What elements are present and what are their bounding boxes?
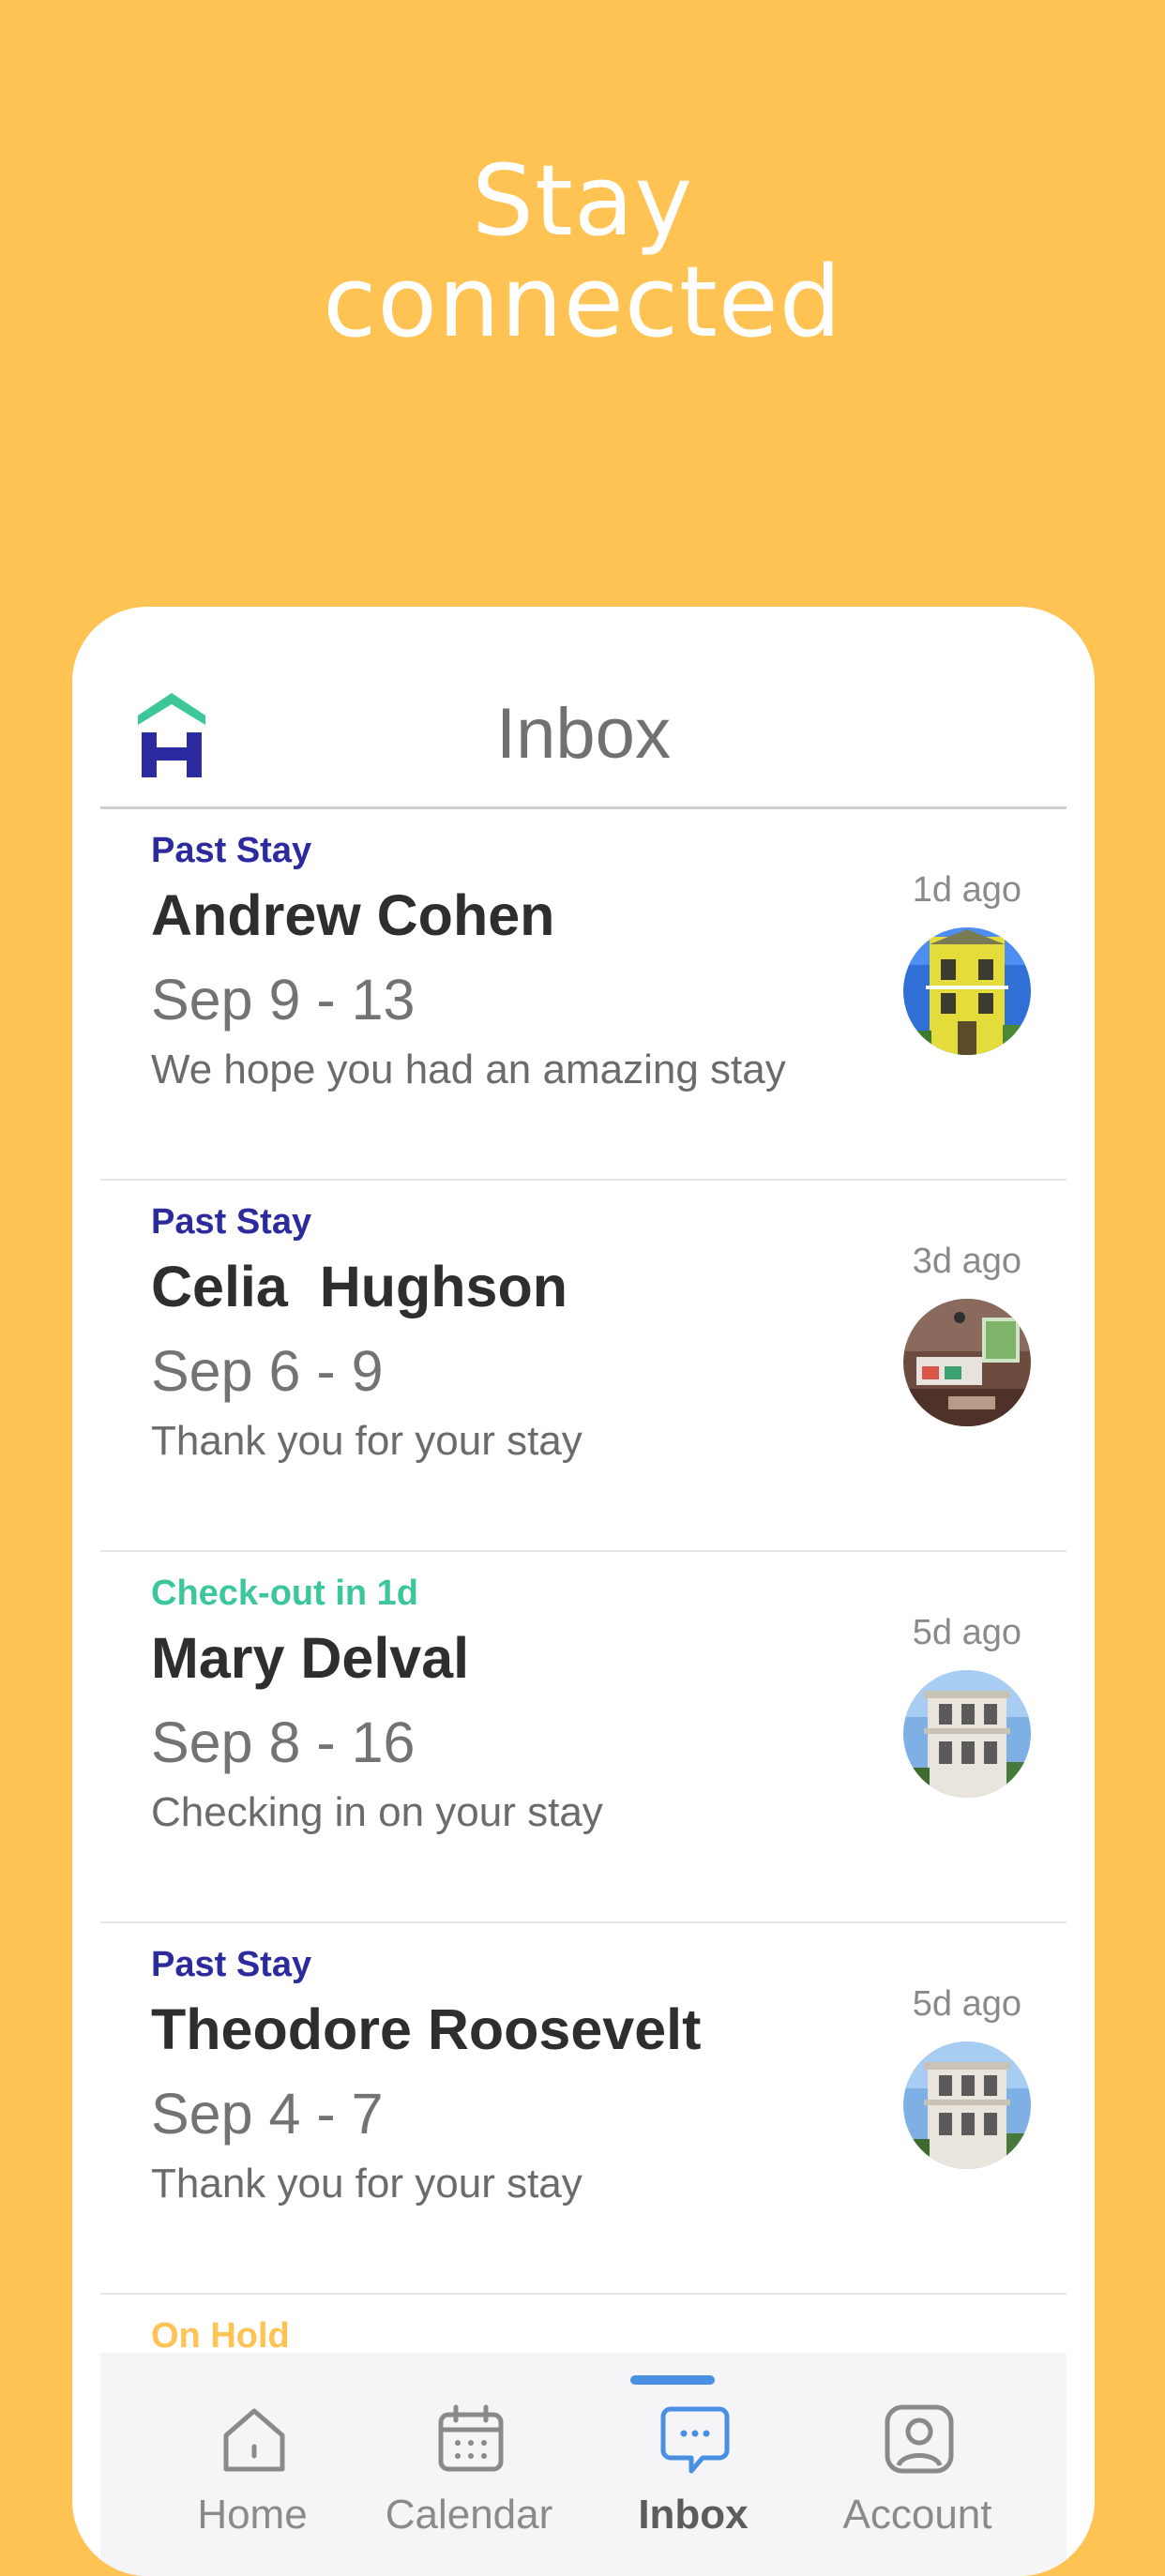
stay-dates: Sep 6 - 9 [151, 1339, 384, 1403]
inbox-header: Inbox [100, 607, 1067, 809]
stay-dates: Sep 4 - 7 [151, 2082, 384, 2146]
property-thumbnail [903, 1299, 1031, 1426]
message-preview: We hope you had an amazing stay [151, 1047, 786, 1092]
guest-name: Mary Delval [151, 1626, 470, 1690]
message-time: 5d ago [912, 1984, 1021, 2024]
stay-status-label: On Hold [151, 2316, 290, 2356]
guest-name: Theodore Roosevelt [151, 1997, 702, 2061]
stay-status-label: Past Stay [151, 831, 312, 870]
message-row-mary-delval[interactable]: Check-out in 1d Mary Delval Sep 8 - 16 C… [100, 1552, 1067, 1923]
guest-name: Andrew Cohen [151, 883, 555, 947]
message-row-celia-hughson[interactable]: Past Stay Celia Hughson Sep 6 - 9 Thank … [100, 1181, 1067, 1552]
stay-status-label: Past Stay [151, 1202, 312, 1242]
tab-calendar-label: Calendar [385, 2492, 553, 2538]
home-icon [223, 2408, 285, 2472]
message-time: 1d ago [912, 870, 1021, 910]
bottom-tab-bar: Home Calendar Inbox Account [100, 2353, 1067, 2576]
tab-account-label: Account [842, 2492, 992, 2538]
living-room-photo [903, 1299, 1031, 1426]
headline-line-1: Stay [471, 143, 694, 258]
tab-home[interactable]: Home [149, 2353, 356, 2576]
property-thumbnail [903, 1670, 1031, 1798]
tab-home-label: Home [197, 2492, 308, 2538]
guest-name: Celia Hughson [151, 1255, 567, 1318]
message-preview: Checking in on your stay [151, 1789, 603, 1835]
active-tab-indicator [630, 2375, 715, 2385]
message-preview: Thank you for your stay [151, 2161, 582, 2207]
account-icon [885, 2404, 954, 2474]
calendar-icon [438, 2404, 504, 2472]
chat-bubble-icon [660, 2406, 730, 2474]
message-time: 3d ago [912, 1242, 1021, 1281]
tab-inbox-label: Inbox [638, 2492, 749, 2538]
tab-calendar[interactable]: Calendar [366, 2353, 572, 2576]
message-row-theodore-roosevelt[interactable]: Past Stay Theodore Roosevelt Sep 4 - 7 T… [100, 1923, 1067, 2295]
inbox-title: Inbox [496, 694, 671, 774]
message-time: 5d ago [912, 1613, 1021, 1652]
white-mansion-photo [903, 2041, 1031, 2169]
stay-dates: Sep 8 - 16 [151, 1710, 416, 1774]
yellow-house-photo [903, 927, 1031, 1055]
tab-account[interactable]: Account [814, 2353, 1021, 2576]
message-row-andrew-cohen[interactable]: Past Stay Andrew Cohen Sep 9 - 13 We hop… [100, 809, 1067, 1181]
tab-inbox[interactable]: Inbox [590, 2353, 796, 2576]
stay-dates: Sep 9 - 13 [151, 968, 416, 1032]
headline-line-2: connected [323, 245, 842, 359]
property-thumbnail [903, 2041, 1031, 2169]
headline: Stay connected [0, 150, 1165, 353]
phone-screen-card: Inbox Past Stay Andrew Cohen Sep 9 - 13 … [72, 607, 1095, 2576]
stay-status-label: Check-out in 1d [151, 1574, 419, 1613]
message-preview: Thank you for your stay [151, 1418, 582, 1464]
property-thumbnail [903, 927, 1031, 1055]
stay-status-label: Past Stay [151, 1945, 312, 1984]
message-list: Past Stay Andrew Cohen Sep 9 - 13 We hop… [100, 809, 1067, 2576]
white-mansion-photo [903, 1670, 1031, 1798]
